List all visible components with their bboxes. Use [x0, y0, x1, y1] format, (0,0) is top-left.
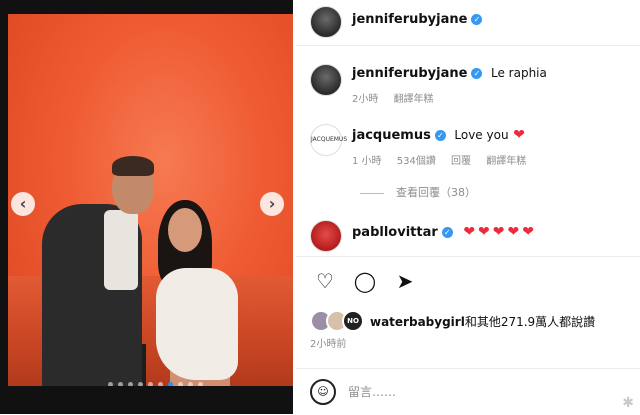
post-photo[interactable]	[8, 14, 293, 386]
carousel-dot	[188, 382, 193, 386]
comment-pabllovittar-avatar[interactable]	[310, 220, 342, 252]
caption-text: Le raphia	[491, 66, 547, 80]
carousel-dot	[148, 382, 153, 386]
header-username-text[interactable]: jenniferubyjane	[352, 12, 467, 27]
emoji-icon[interactable]: ☺	[310, 379, 336, 405]
caption-username[interactable]: jenniferubyjane	[352, 66, 467, 81]
share-send-icon[interactable]: ➤	[392, 268, 418, 294]
verified-badge-icon: ✓	[471, 68, 483, 79]
comment-jacquemus-translate-link[interactable]: 翻譯年糕	[486, 156, 526, 167]
carousel-dot	[118, 382, 123, 386]
comment-jacquemus-time[interactable]: 1 小時	[352, 156, 382, 167]
header-username[interactable]: jenniferubyjane ✓	[352, 12, 483, 27]
caption-avatar[interactable]	[310, 64, 342, 96]
carousel-dots	[108, 382, 203, 386]
comment-jacquemus-likes[interactable]: 534個讚	[397, 156, 436, 167]
comments-divider	[296, 256, 640, 257]
photo-woman-head	[168, 208, 202, 252]
carousel-dot	[128, 382, 133, 386]
caption-line: jenniferubyjane ✓ Le raphia	[352, 66, 547, 81]
carousel-prev-button[interactable]: ‹	[11, 192, 35, 216]
carousel-dot	[198, 382, 203, 386]
instagram-post-window: ‹ › jenniferubyjane ✓ jenniferubyjane ✓ Le…	[0, 0, 640, 414]
post-sidebar: jenniferubyjane ✓ jenniferubyjane ✓ Le rap…	[296, 0, 640, 414]
photo-woman-dress	[156, 268, 238, 380]
view-replies-text[interactable]: 查看回覆（38）	[396, 186, 476, 199]
carousel-dot	[178, 382, 183, 386]
verified-badge-icon: ✓	[471, 14, 483, 25]
comment-jacquemus-avatar[interactable]: JACQUEMUS	[310, 124, 347, 156]
like-heart-icon[interactable]: ♡	[312, 268, 338, 294]
watermark-icon: ✱	[622, 395, 634, 411]
likes-count-text[interactable]: 和其他271.9萬人都說讚	[465, 315, 595, 329]
action-bar: ♡ ◯ ➤	[312, 268, 418, 294]
comment-jacquemus-username[interactable]: jacquemus	[352, 128, 431, 143]
photo-man-shirt	[104, 210, 138, 290]
carousel-next-button[interactable]: ›	[260, 192, 284, 216]
comment-jacquemus-line: jacquemus ✓ Love you ❤	[352, 127, 525, 143]
photo-man-hair	[112, 156, 154, 176]
carousel-dot	[138, 382, 143, 386]
verified-badge-icon: ✓	[434, 130, 446, 141]
carousel-dot	[158, 382, 163, 386]
carousel-dot	[108, 382, 113, 386]
heart-emoji-icon: ❤	[513, 127, 525, 143]
likes-username[interactable]: waterbabygirl	[370, 315, 465, 329]
likes-text: waterbabygirl和其他271.9萬人都說讚	[370, 313, 595, 330]
comment-pabllovittar-username[interactable]: pabllovittar	[352, 225, 438, 240]
liker-avatar: NO	[342, 310, 364, 332]
view-replies-link[interactable]: 查看回覆（38）	[360, 184, 476, 200]
heart-emojis-icon: ❤❤❤❤❤	[463, 224, 537, 240]
comment-jacquemus-text: Love you	[454, 128, 509, 142]
post-time: 2小時前	[310, 339, 347, 350]
header-divider	[296, 45, 640, 46]
comment-input-bar: ☺ 留言…… ✱	[296, 368, 640, 415]
header-avatar[interactable]	[310, 6, 342, 38]
caption-meta: 2小時 翻譯年糕	[352, 90, 446, 105]
carousel-dot	[168, 382, 173, 386]
comment-jacquemus-meta: 1 小時 534個讚 回覆 翻譯年糕	[352, 152, 538, 167]
comment-bubble-icon[interactable]: ◯	[352, 268, 378, 294]
comment-input[interactable]: 留言……	[348, 383, 396, 400]
verified-badge-icon: ✓	[441, 227, 453, 238]
comment-jacquemus-reply-link[interactable]: 回覆	[451, 156, 471, 167]
replies-line-divider	[360, 192, 384, 194]
caption-translate-link[interactable]: 翻譯年糕	[394, 94, 434, 105]
comment-pabllovittar-line: pabllovittar ✓ ❤❤❤❤❤	[352, 224, 537, 240]
caption-time[interactable]: 2小時	[352, 94, 378, 105]
likes-summary[interactable]: NO waterbabygirl和其他271.9萬人都說讚	[310, 310, 595, 332]
